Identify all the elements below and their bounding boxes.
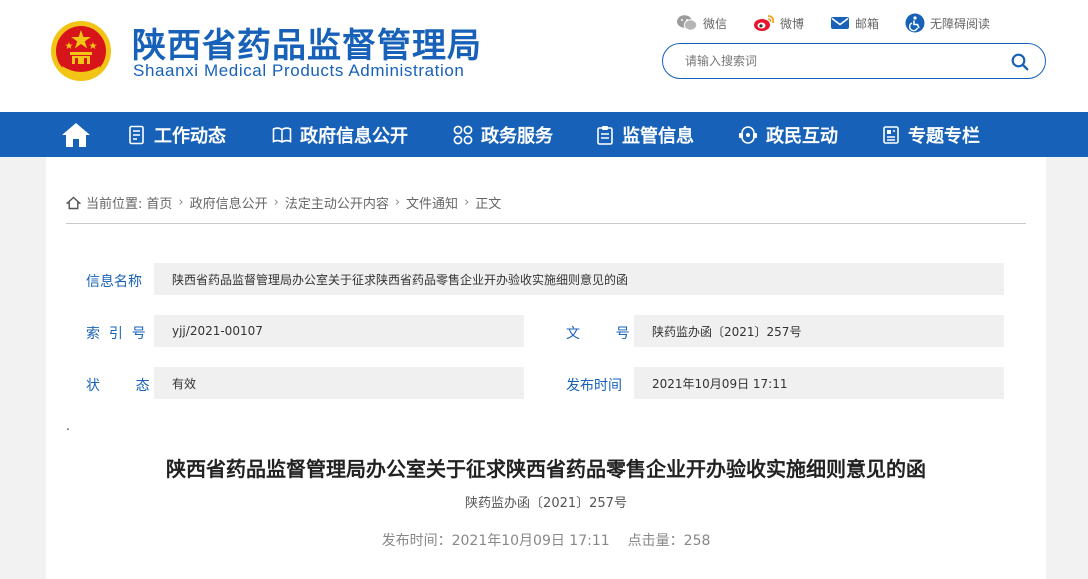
breadcrumb-gov-info[interactable]: 政府信息公开 xyxy=(190,193,268,212)
info-time-label: 发布时间 xyxy=(566,378,622,394)
article-meta: 发布时间：2021年10月09日 17:11 点击量：258 xyxy=(46,530,1046,550)
wechat-link[interactable]: 微信 xyxy=(676,14,727,32)
main-nav: 工作动态 政府信息公开 政务服务 监管信息 政民互动 专题专栏 xyxy=(0,112,1088,157)
nav-item-special-topics[interactable]: 专题专栏 xyxy=(882,112,980,157)
national-emblem-icon xyxy=(51,21,111,81)
site-header: 陕西省药品监督管理局 Shaanxi Medical Products Admi… xyxy=(0,0,1088,112)
clipboard-icon xyxy=(597,125,613,145)
nav-label: 专题专栏 xyxy=(908,125,980,147)
accessibility-label: 无障碍阅读 xyxy=(930,16,991,31)
accessibility-link[interactable]: 无障碍阅读 xyxy=(905,13,990,33)
weibo-label: 微博 xyxy=(780,16,805,31)
info-index-value: yjj/2021-00107 xyxy=(154,315,524,347)
document-list-icon xyxy=(129,125,144,144)
mail-link[interactable]: 邮箱 xyxy=(830,15,879,32)
nav-label: 政务服务 xyxy=(481,125,553,147)
wechat-label: 微信 xyxy=(703,16,728,31)
nav-label: 政府信息公开 xyxy=(300,125,408,147)
nav-label: 政民互动 xyxy=(766,125,838,147)
search-input[interactable] xyxy=(685,51,985,71)
wechat-icon xyxy=(677,15,698,31)
breadcrumb-home[interactable]: 首页 xyxy=(146,193,172,212)
content-panel: 当前位置: 首页 › 政府信息公开 › 法定主动公开内容 › 文件通知 › 正文… xyxy=(46,157,1046,579)
site-title-cn: 陕西省药品监督管理局 xyxy=(132,26,482,66)
mail-label: 邮箱 xyxy=(855,16,880,31)
breadcrumb-statutory[interactable]: 法定主动公开内容 xyxy=(285,193,389,212)
article-title: 陕西省药品监督管理局办公室关于征求陕西省药品零售企业开办验收实施细则意见的函 xyxy=(166,457,926,481)
search-box xyxy=(662,43,1046,79)
info-docno-label: 文 号 xyxy=(566,326,630,342)
site-title-en: Shaanxi Medical Products Administration xyxy=(133,61,465,80)
info-docno-value: 陕药监办函〔2021〕257号 xyxy=(634,315,1004,347)
info-index-label: 索 引 号 xyxy=(86,326,146,342)
info-time-value: 2021年10月09日 17:11 xyxy=(634,367,1004,399)
nav-item-gov-service[interactable]: 政务服务 xyxy=(453,112,553,157)
search-icon[interactable] xyxy=(1011,53,1029,71)
mail-icon xyxy=(831,17,850,29)
home-button[interactable] xyxy=(56,117,96,153)
breadcrumb-separator: › xyxy=(464,195,470,210)
click-count: 点击量：258 xyxy=(627,533,711,549)
nav-item-gov-info[interactable]: 政府信息公开 xyxy=(272,112,408,157)
nav-item-supervision[interactable]: 监管信息 xyxy=(596,112,694,157)
nav-item-interaction[interactable]: 政民互动 xyxy=(738,112,838,157)
weibo-link[interactable]: 微博 xyxy=(753,14,804,32)
breadcrumb-separator: › xyxy=(394,195,401,210)
home-icon xyxy=(62,123,90,147)
grid-circles-icon xyxy=(453,125,473,144)
info-name-label: 信息名称 xyxy=(86,274,142,290)
breadcrumb-separator: › xyxy=(273,195,279,210)
info-status-label: 状 态 xyxy=(86,378,150,394)
stray-dot: . xyxy=(66,419,70,433)
accessibility-icon xyxy=(905,13,925,33)
info-name-value: 陕西省药品监督管理局办公室关于征求陕西省药品零售企业开办验收实施细则意见的函 xyxy=(154,263,1004,295)
nav-item-work-news[interactable]: 工作动态 xyxy=(128,112,226,157)
open-book-icon xyxy=(272,126,292,143)
breadcrumb-current: 正文 xyxy=(475,197,502,212)
breadcrumb-separator: › xyxy=(178,195,184,210)
breadcrumb: 当前位置: 首页 › 政府信息公开 › 法定主动公开内容 › 文件通知 › 正文 xyxy=(66,193,501,212)
top-links: 微信 微博 邮箱 无障碍阅读 xyxy=(676,12,990,34)
breadcrumb-divider xyxy=(66,223,1026,224)
home-outline-icon xyxy=(66,196,81,209)
nav-label: 监管信息 xyxy=(622,125,694,147)
breadcrumb-prefix: 当前位置: xyxy=(86,197,143,212)
publish-time: 发布时间：2021年10月09日 17:11 xyxy=(381,533,610,549)
column-icon xyxy=(883,125,899,144)
breadcrumb-notices[interactable]: 文件通知 xyxy=(406,193,458,212)
interaction-icon xyxy=(739,125,757,144)
info-status-value: 有效 xyxy=(154,367,524,399)
nav-label: 工作动态 xyxy=(154,125,226,147)
weibo-icon xyxy=(754,15,775,31)
article-doc-number: 陕药监办函〔2021〕257号 xyxy=(465,496,627,511)
